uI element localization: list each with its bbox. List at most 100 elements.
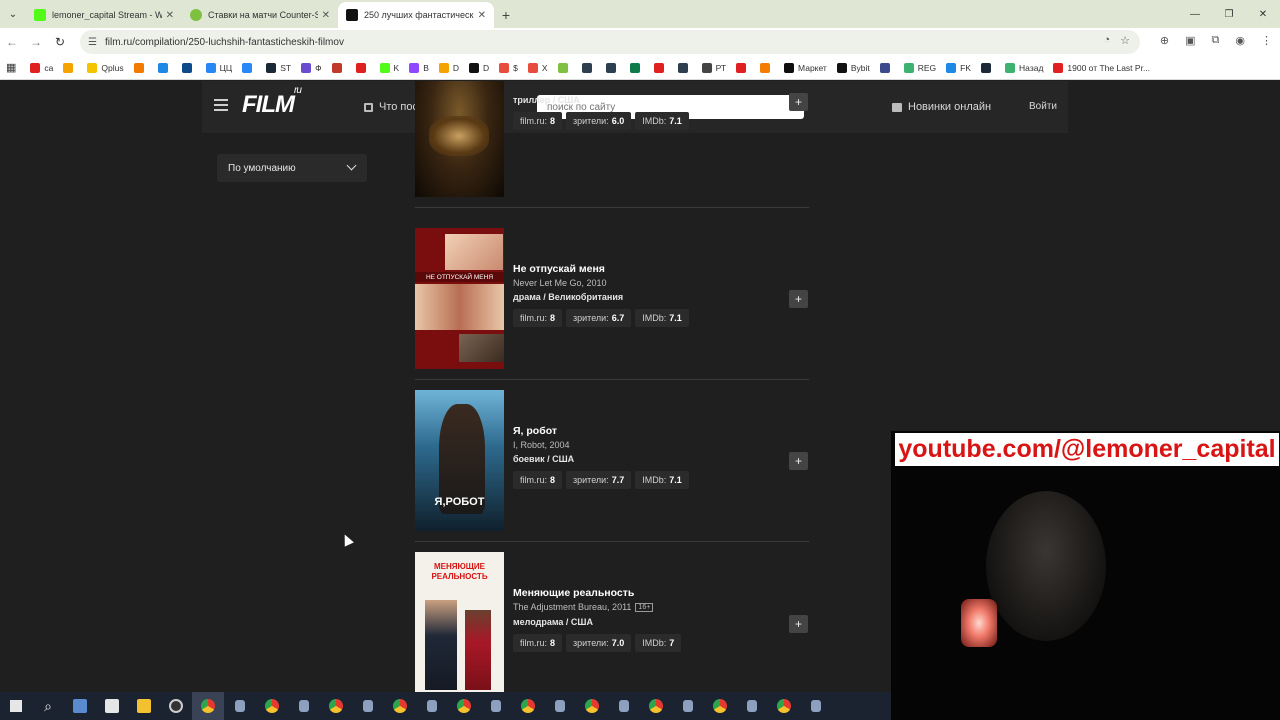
extension-new-icon[interactable]: ▣	[1185, 34, 1195, 47]
performance-icon[interactable]: ◔	[1103, 34, 1110, 47]
bookmark-item[interactable]	[242, 62, 256, 73]
bookmark-item[interactable]: РТ	[701, 62, 726, 73]
locked-app-icon[interactable]	[416, 692, 448, 720]
app-icon[interactable]	[160, 692, 192, 720]
restore-icon[interactable]: ❐	[1212, 0, 1246, 28]
chrome-taskbar-icon[interactable]	[512, 692, 544, 720]
bookmark-item[interactable]: D	[438, 62, 459, 73]
bookmark-item[interactable]: Ф	[301, 62, 322, 73]
hamburger-menu-icon[interactable]	[214, 99, 228, 111]
locked-app-icon[interactable]	[352, 692, 384, 720]
extensions-icon[interactable]: ⧉	[1212, 34, 1220, 47]
browser-tab-1[interactable]: Ставки на матчи Counter-Strik ✕	[182, 2, 338, 28]
bookmark-item[interactable]: X	[527, 62, 548, 73]
new-tab-icon[interactable]: +	[494, 2, 518, 28]
app-icon[interactable]	[96, 692, 128, 720]
bookmark-item[interactable]	[879, 62, 894, 73]
bookmark-item[interactable]: D	[469, 62, 489, 73]
reload-icon[interactable]: ↻	[48, 30, 72, 54]
translate-icon[interactable]: ⊕	[1160, 34, 1169, 47]
bookmark-item[interactable]: 1900 от The Last Pr...	[1053, 62, 1150, 73]
bookmark-item[interactable]: K	[379, 62, 399, 73]
bookmark-item[interactable]	[736, 62, 750, 73]
bookmark-item[interactable]: В	[409, 62, 429, 73]
sort-dropdown[interactable]: По умолчанию	[217, 154, 367, 182]
locked-app-icon[interactable]	[736, 692, 768, 720]
bookmark-item[interactable]	[581, 62, 596, 73]
locked-app-icon[interactable]	[544, 692, 576, 720]
minimize-icon[interactable]: —	[1178, 0, 1212, 28]
chrome-taskbar-icon[interactable]	[768, 692, 800, 720]
add-to-list-button[interactable]: +	[789, 615, 808, 633]
chrome-taskbar-icon[interactable]	[576, 692, 608, 720]
locked-app-icon[interactable]	[608, 692, 640, 720]
browser-tab-2[interactable]: 250 лучших фантастических ф ✕	[338, 2, 494, 28]
film-title[interactable]: Меняющие реальность	[513, 587, 634, 599]
menu-dots-icon[interactable]: ⋮	[1261, 34, 1272, 47]
forward-icon[interactable]: →	[24, 30, 48, 54]
bookmark-item[interactable]	[63, 62, 77, 73]
locked-app-icon[interactable]	[224, 692, 256, 720]
chrome-taskbar-icon[interactable]	[704, 692, 736, 720]
film-poster[interactable]: Я,РОБОТ	[415, 390, 504, 531]
add-to-list-button[interactable]: +	[789, 290, 808, 308]
locked-app-icon[interactable]	[800, 692, 832, 720]
close-window-icon[interactable]: ✕	[1246, 0, 1280, 28]
tab-search-icon[interactable]: ⌄	[0, 0, 26, 28]
bookmark-item[interactable]	[653, 62, 668, 73]
bookmark-item[interactable]	[629, 62, 644, 73]
search-icon[interactable]: ⌕	[32, 692, 64, 720]
nav-new-online[interactable]: Новинки онлайн	[892, 101, 991, 113]
file-explorer-icon[interactable]	[128, 692, 160, 720]
browser-tab-0[interactable]: lemoner_capital Stream - Watc ✕	[26, 2, 182, 28]
locked-app-icon[interactable]	[288, 692, 320, 720]
film-poster[interactable]	[415, 81, 504, 197]
bookmark-item[interactable]	[605, 62, 620, 73]
omnibox[interactable]: ☰ film.ru/compilation/250-luchshih-fanta…	[80, 30, 1140, 54]
bookmark-item[interactable]: са	[30, 62, 53, 73]
bookmark-item[interactable]	[157, 62, 172, 73]
locked-app-icon[interactable]	[672, 692, 704, 720]
bookmark-item[interactable]	[981, 62, 995, 73]
profile-icon[interactable]: ◉	[1235, 34, 1245, 47]
bookmark-item[interactable]: ЦЦ	[205, 62, 232, 73]
site-info-icon[interactable]: ☰	[88, 37, 97, 48]
chrome-taskbar-icon[interactable]	[320, 692, 352, 720]
bookmark-item[interactable]	[355, 62, 370, 73]
bookmark-item[interactable]: Назад	[1005, 62, 1043, 73]
bookmark-item[interactable]	[557, 62, 572, 73]
chrome-taskbar-icon[interactable]	[640, 692, 672, 720]
bookmark-item[interactable]: FK	[946, 62, 971, 73]
bookmark-star-icon[interactable]: ☆	[1120, 34, 1130, 47]
bookmark-item[interactable]: Bybit	[836, 62, 870, 73]
chrome-taskbar-icon[interactable]	[384, 692, 416, 720]
chrome-taskbar-icon[interactable]	[448, 692, 480, 720]
bookmark-item[interactable]: ST	[266, 62, 291, 73]
bookmark-item[interactable]	[181, 62, 196, 73]
bookmark-item[interactable]: Qplus	[87, 62, 124, 73]
chrome-taskbar-icon[interactable]	[256, 692, 288, 720]
chrome-taskbar-icon[interactable]	[192, 692, 224, 720]
login-link[interactable]: Войти	[1029, 101, 1057, 112]
bookmark-item[interactable]	[133, 62, 148, 73]
film-poster[interactable]: МЕНЯЮЩИЕ РЕАЛЬНОСТЬ	[415, 552, 504, 692]
apps-grid-icon[interactable]: ▦	[6, 61, 16, 74]
bookmark-item[interactable]	[677, 62, 692, 73]
close-icon[interactable]: ✕	[478, 10, 486, 21]
url-text[interactable]: film.ru/compilation/250-luchshih-fantast…	[105, 37, 344, 48]
add-to-list-button[interactable]: +	[789, 93, 808, 111]
back-icon[interactable]: ←	[0, 30, 24, 54]
windows-start-icon[interactable]	[0, 692, 32, 720]
bookmark-item[interactable]	[760, 62, 774, 73]
bookmark-item[interactable]	[331, 62, 346, 73]
film-title[interactable]: Я, робот	[513, 425, 557, 437]
film-title[interactable]: Не отпускай меня	[513, 263, 605, 275]
calculator-icon[interactable]	[64, 692, 96, 720]
site-logo[interactable]: FILMru	[242, 85, 302, 119]
bookmark-item[interactable]: REG	[903, 62, 936, 73]
bookmark-item[interactable]: $	[499, 62, 518, 73]
close-icon[interactable]: ✕	[322, 10, 330, 21]
film-poster[interactable]: НЕ ОТПУСКАЙ МЕНЯ	[415, 228, 504, 369]
add-to-list-button[interactable]: +	[789, 452, 808, 470]
locked-app-icon[interactable]	[480, 692, 512, 720]
